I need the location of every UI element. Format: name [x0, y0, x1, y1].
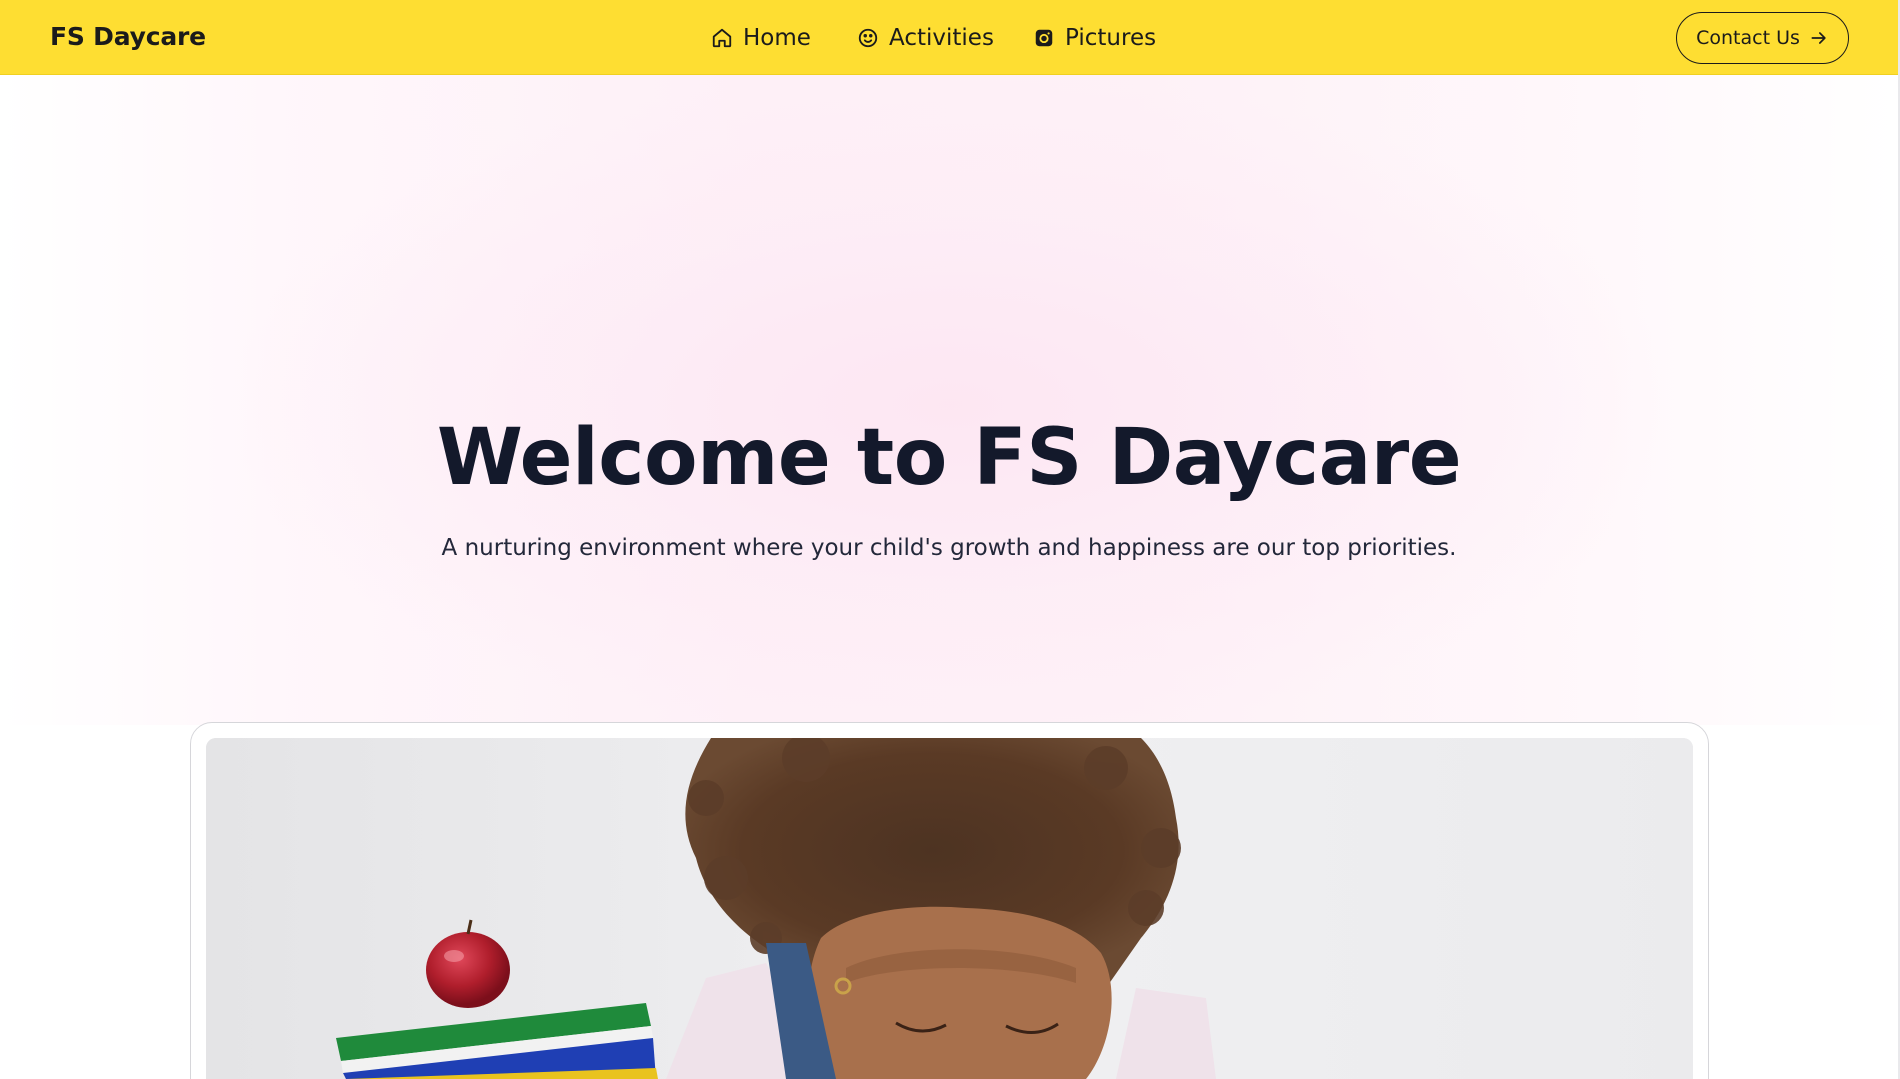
hero-section: Welcome to FS Daycare A nurturing enviro…	[0, 75, 1898, 725]
smile-icon	[858, 28, 878, 48]
hero-title: Welcome to FS Daycare	[436, 413, 1462, 503]
brand-logo-text[interactable]: FS Daycare	[50, 22, 206, 51]
arrow-right-icon	[1811, 32, 1826, 44]
nav-item-activities[interactable]: Activities	[857, 22, 994, 54]
top-navigation-bar: FS Daycare Home Activities Pictures Cont…	[0, 0, 1898, 75]
nav-item-home-label: Home	[743, 25, 811, 51]
home-icon	[712, 28, 732, 48]
hero-photo	[206, 738, 1693, 1079]
instagram-icon	[1035, 29, 1053, 47]
page: FS Daycare Home Activities Pictures Cont…	[0, 0, 1900, 1079]
child-reading-photo-illustration	[206, 738, 1693, 1079]
nav-item-pictures-label: Pictures	[1065, 25, 1157, 51]
contact-us-button[interactable]: Contact Us	[1676, 12, 1849, 64]
nav-item-activities-label: Activities	[889, 25, 994, 51]
hero-subtitle: A nurturing environment where your child…	[441, 535, 1457, 561]
nav-item-pictures[interactable]: Pictures	[1033, 22, 1156, 54]
nav-item-home[interactable]: Home	[711, 22, 811, 54]
contact-us-label: Contact Us	[1696, 27, 1800, 49]
